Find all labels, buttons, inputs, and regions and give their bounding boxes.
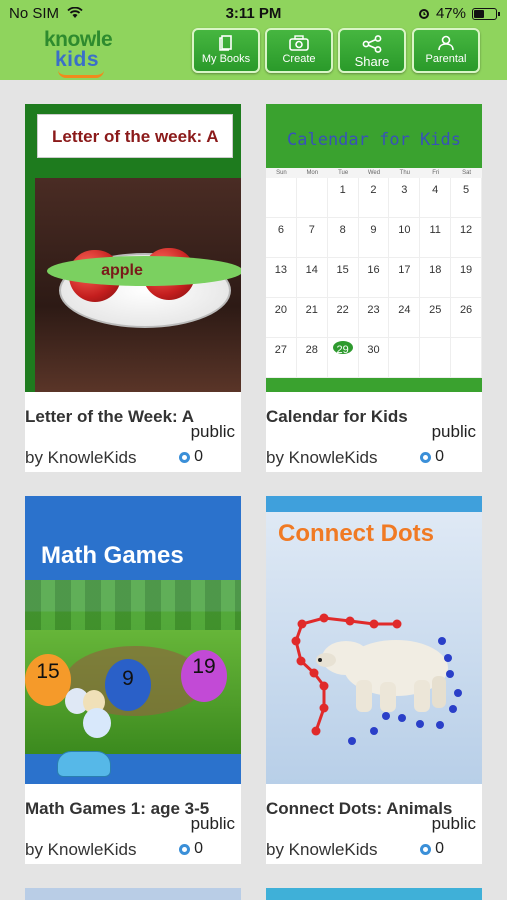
create-button[interactable]: Create [265,28,333,73]
book-title[interactable]: Calendar for Kids [266,407,408,427]
calendar-day: 12 [451,218,482,258]
calendar-day: 24 [389,298,421,338]
book-author: by KnowleKids [25,448,137,467]
likes-count: 0 [179,840,203,858]
book-card-connect-dots[interactable]: Connect Dots Connect Dots: Animals publi… [266,496,482,864]
book-cover[interactable]: Calendar for Kids Sun Mon Tue Wed Thu Fri Sat … [266,104,482,392]
balloon: 19 [181,650,227,702]
calendar-day [296,178,328,218]
like-icon [420,843,432,855]
calendar-day: 3 [389,178,421,218]
book-card-letter-of-week[interactable]: Letter of the week: A apple Letter of th… [25,104,241,472]
book-author: by KnowleKids [266,448,378,467]
my-books-button[interactable]: My Books [192,28,260,73]
calendar-weekday: Sun [276,170,287,176]
book-title[interactable]: Letter of the Week: A [25,407,194,427]
calendar-day: 6 [266,218,297,258]
dot-path [291,613,462,745]
book-icon [219,35,232,51]
book-author: by KnowleKids [25,840,137,859]
calendar-day: 20 [266,298,297,338]
visibility-label: public [431,422,476,441]
book-card-partial[interactable] [266,888,482,900]
book-cover[interactable]: Connect Dots [266,496,482,784]
calendar-day: 23 [358,298,390,338]
book-cover[interactable]: Letter of the week: A apple [25,104,241,392]
like-icon [179,451,191,463]
calendar-day: 21 [296,298,328,338]
likes-count: 0 [179,448,203,466]
calendar-day: 10 [389,218,421,258]
calendar-day: 17 [389,258,421,298]
alarm-icon [418,9,429,19]
battery-percent: 47% [435,5,466,22]
book-title[interactable]: Connect Dots: Animals [266,799,452,819]
cover-title: Calendar for Kids [287,130,461,150]
calendar-weekday: Sat [462,170,472,176]
book-author: by KnowleKids [266,840,378,859]
book-card-math-games[interactable]: Math Games 15 9 19 Math Games 1: age 3-5… [25,496,241,864]
calendar-day [420,338,452,378]
calendar-weekday: Wed [367,170,381,176]
balloon: 15 [25,654,71,706]
calendar-day: 27 [266,338,297,378]
battery-icon [472,7,500,20]
calendar-weekday: Mon [306,170,319,176]
camera-icon [289,35,309,51]
calendar-weekday: Fri [432,170,440,176]
calendar-day: 22 [327,298,359,338]
calendar-grid: Sun Mon Tue Wed Thu Fri Sat 1 2 3 4 5 6 7 8 9 10 11 12 13 1… [266,168,482,378]
calendar-weekday: Tue [338,170,349,176]
calendar-day: 26 [451,298,482,338]
calendar-day [266,178,297,218]
person-icon [438,35,454,51]
parental-button[interactable]: Parental [412,28,480,73]
calendar-day: 2 [358,178,390,218]
calendar-day: 13 [266,258,297,298]
cover-title: Letter of the week: A [52,127,219,146]
balloon: 9 [105,659,151,711]
visibility-label: public [431,814,476,833]
calendar-day: 15 [327,258,359,298]
calendar-day: 16 [358,258,390,298]
calendar-day: 30 [358,338,390,378]
share-icon [362,35,382,53]
visibility-label: public [190,814,235,833]
calendar-day: 1 [327,178,359,218]
calendar-day [389,338,421,378]
calendar-weekday: Thu [399,170,411,176]
status-bar: No SIM 3:11 PM 47% [0,0,507,26]
calendar-day: 4 [420,178,452,218]
calendar-day: 7 [296,218,328,258]
calendar-day: 5 [451,178,482,218]
like-icon [420,451,432,463]
cover-caption: apple [101,262,143,279]
calendar-day: 28 [296,338,328,378]
book-title[interactable]: Math Games 1: age 3-5 [25,799,209,819]
calendar-day: 11 [420,218,452,258]
app-header: knowle kids My Books Create Share Parent… [0,26,507,80]
calendar-day: 25 [420,298,452,338]
book-card-partial[interactable] [25,888,241,900]
calendar-day [451,338,482,378]
likes-count: 0 [420,840,444,858]
share-button[interactable]: Share [338,28,406,73]
calendar-day: 19 [451,258,482,298]
calendar-day: 18 [420,258,452,298]
visibility-label: public [190,422,235,441]
like-icon [179,843,191,855]
calendar-day: 14 [296,258,328,298]
calendar-day: 8 [327,218,359,258]
likes-count: 0 [420,448,444,466]
car-image [57,751,111,777]
book-card-calendar[interactable]: Calendar for Kids Sun Mon Tue Wed Thu Fri Sat … [266,104,482,472]
cover-title: Math Games [41,542,184,569]
calendar-day: 29 [327,338,359,378]
calendar-day: 9 [358,218,390,258]
knowlekids-logo[interactable]: knowle kids [40,28,120,78]
book-cover[interactable]: Math Games 15 9 19 [25,496,241,784]
